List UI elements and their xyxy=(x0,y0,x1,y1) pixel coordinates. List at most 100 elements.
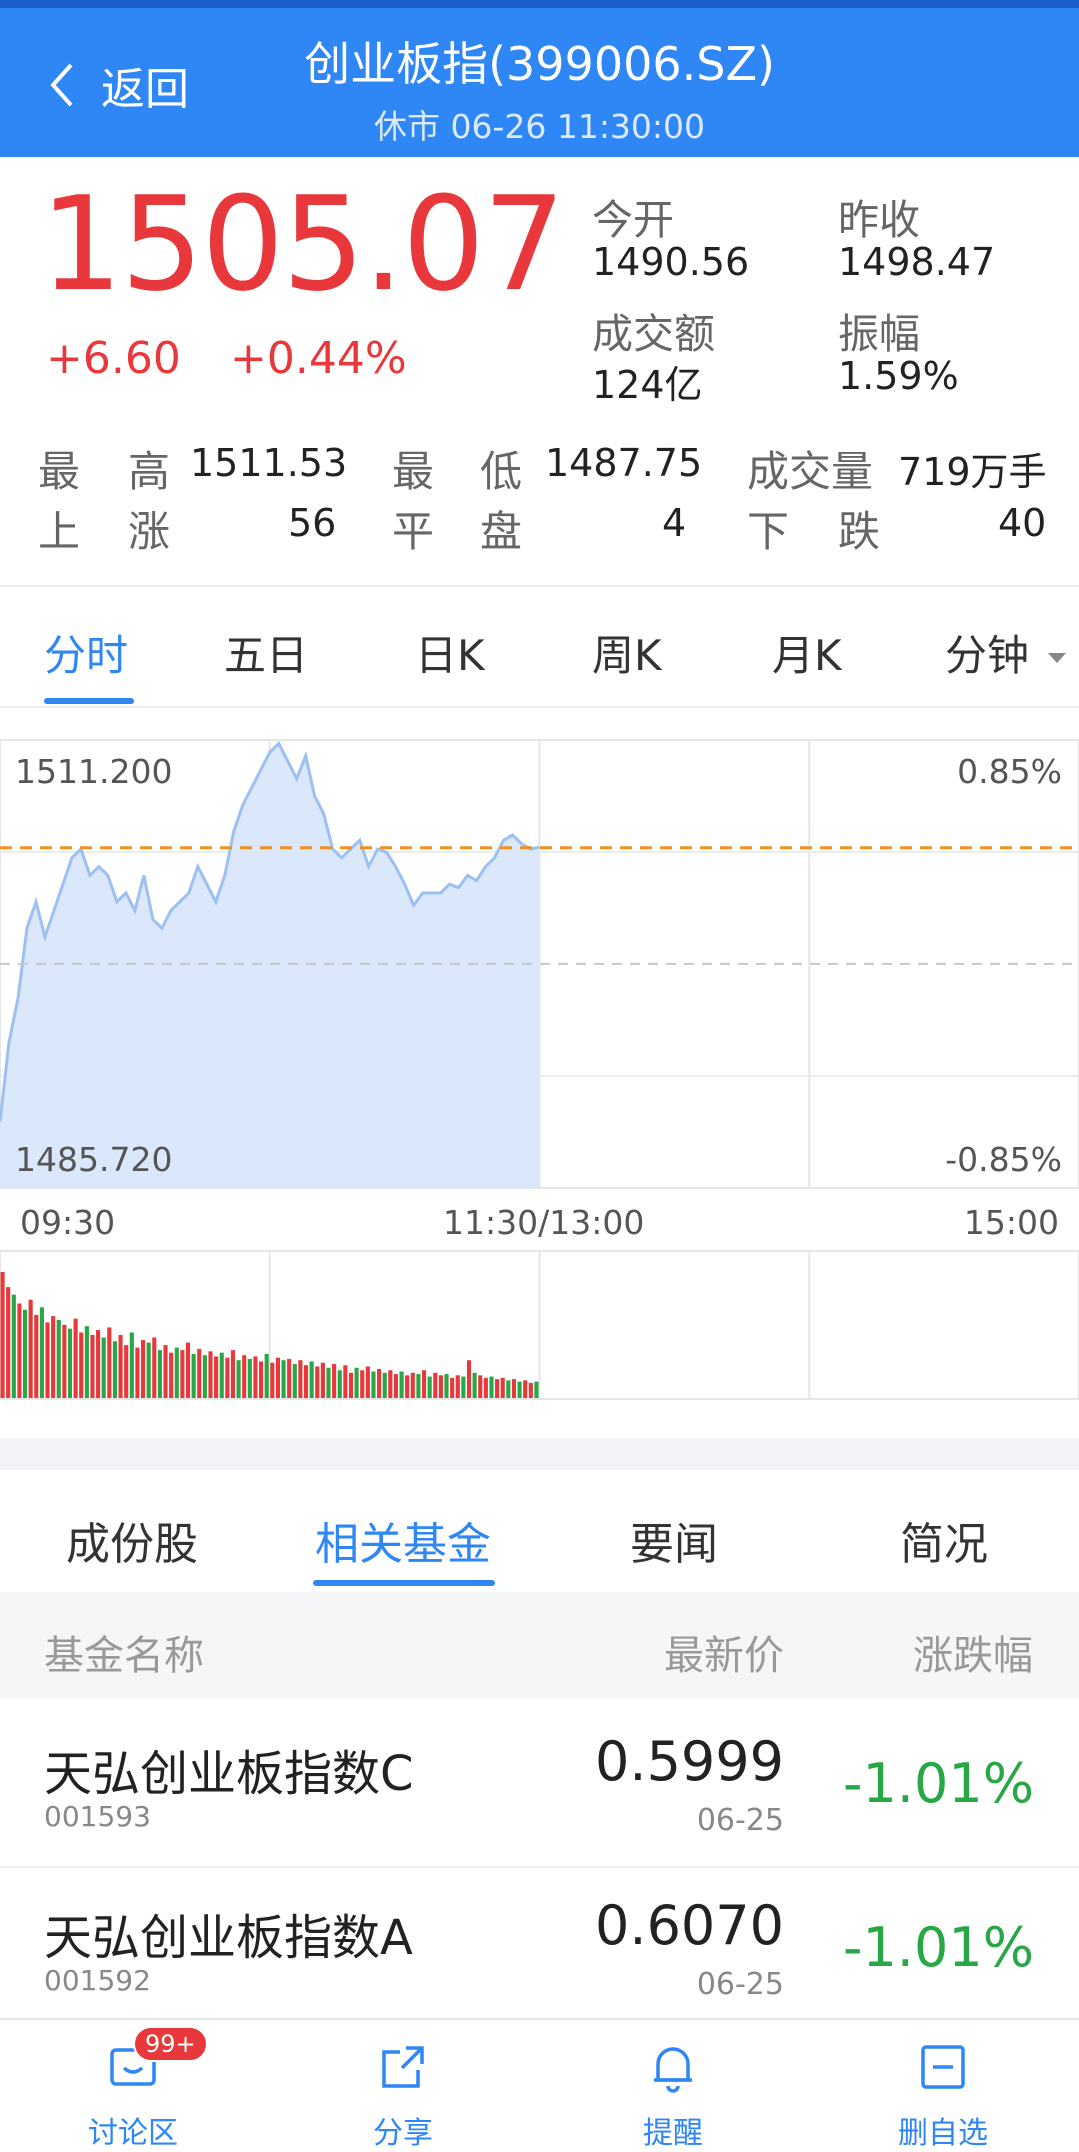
tab-related-funds[interactable]: 相关基金 xyxy=(315,1508,491,1572)
fund-change: -1.01% xyxy=(842,1752,1034,1815)
volume-bar xyxy=(320,1362,325,1398)
intraday-chart[interactable] xyxy=(0,728,1079,1198)
tab-daily-k[interactable]: 日K xyxy=(415,622,485,683)
y-axis-top-label: 1511.200 xyxy=(15,752,173,791)
tab-five-day[interactable]: 五日 xyxy=(224,622,308,683)
col-latest-price[interactable]: 最新价 xyxy=(664,1623,784,1681)
volume-bar xyxy=(180,1350,185,1398)
fund-code: 001592 xyxy=(44,1964,151,1997)
volume-bar xyxy=(191,1353,196,1398)
volume-bar xyxy=(382,1372,387,1398)
tab-overview[interactable]: 简况 xyxy=(900,1508,988,1572)
volume-bar xyxy=(472,1372,477,1398)
volume-bar xyxy=(287,1358,292,1398)
volume-bar xyxy=(511,1379,517,1398)
volume-bar xyxy=(450,1377,455,1398)
fund-price: 0.6070 xyxy=(595,1894,784,1957)
volume-bar xyxy=(455,1375,460,1398)
volume-bar xyxy=(354,1367,359,1398)
volume-bar xyxy=(534,1381,539,1398)
price-area xyxy=(0,743,540,1188)
volume-bar xyxy=(259,1361,264,1398)
volume-bar xyxy=(275,1357,280,1398)
volume-bar xyxy=(410,1372,415,1398)
divider xyxy=(0,706,1079,708)
share-icon xyxy=(382,2046,424,2088)
volume-bar xyxy=(101,1337,106,1398)
volume-bar xyxy=(112,1341,118,1398)
volume-bar xyxy=(348,1372,354,1398)
volume-bar xyxy=(197,1348,202,1398)
volume-bar xyxy=(67,1328,73,1398)
volume-bar xyxy=(270,1362,275,1398)
volume-bar xyxy=(264,1353,269,1398)
amplitude-value: 1.59% xyxy=(838,354,959,398)
volume-bar xyxy=(281,1360,286,1398)
volume-bar xyxy=(489,1376,494,1398)
volume-bar xyxy=(230,1350,236,1398)
price-change: +6.60 xyxy=(46,333,181,384)
volume-bar xyxy=(22,1309,28,1398)
volume-bar xyxy=(84,1326,89,1398)
volume-bar xyxy=(140,1340,146,1398)
volume-bar xyxy=(371,1371,376,1398)
nav-label: 删自选 xyxy=(898,2116,988,2151)
volume-bar xyxy=(388,1370,393,1398)
volume-bar xyxy=(292,1363,297,1398)
tab-intraday[interactable]: 分时 xyxy=(44,622,128,683)
volume-chart xyxy=(0,1250,1079,1400)
volume-bar xyxy=(466,1360,472,1398)
time-mid-label: 11:30/13:00 xyxy=(443,1203,645,1242)
volume-bar xyxy=(298,1360,303,1398)
divider xyxy=(0,585,1079,587)
volume-bar xyxy=(506,1380,511,1398)
section-separator xyxy=(0,1438,1079,1470)
volume-bar xyxy=(242,1355,247,1398)
fund-date: 06-25 xyxy=(696,1967,784,2002)
tab-weekly-k[interactable]: 周K xyxy=(592,622,662,683)
current-price: 1505.07 xyxy=(40,168,566,320)
volume-bar xyxy=(124,1345,129,1398)
tab-monthly-k[interactable]: 月K xyxy=(772,622,842,683)
down-value: 40 xyxy=(998,501,1047,545)
page-title: 创业板指(399006.SZ) xyxy=(304,37,775,91)
volume-bar xyxy=(135,1347,140,1398)
volume-bar xyxy=(438,1375,443,1398)
col-change-pct[interactable]: 涨跌幅 xyxy=(913,1623,1033,1681)
flat-value: 4 xyxy=(662,501,687,545)
volume-bar xyxy=(146,1342,151,1398)
nav-remove-watchlist[interactable]: 删自选 xyxy=(868,2040,1018,2152)
flat-label-1: 平 xyxy=(392,507,435,556)
volume-value: 719万手 xyxy=(898,450,1047,494)
nav-alert[interactable]: 提醒 xyxy=(598,2040,748,2152)
volume-bar xyxy=(157,1350,162,1398)
volume-bar xyxy=(34,1314,39,1398)
divider xyxy=(0,1866,1079,1868)
volume-bar xyxy=(495,1379,500,1398)
volume-bar xyxy=(528,1382,533,1398)
y-axis-bottom-label: 1485.720 xyxy=(15,1140,173,1179)
volume-bar xyxy=(303,1365,309,1398)
top-bar: 返回 创业板指(399006.SZ) 休市 06-26 11:30:00 xyxy=(0,0,1079,157)
active-tab-indicator xyxy=(44,698,134,704)
volume-bar xyxy=(79,1332,84,1398)
volume-bar xyxy=(326,1367,331,1398)
volume-bar xyxy=(219,1352,224,1398)
tab-news[interactable]: 要闻 xyxy=(630,1508,718,1572)
volume-bar xyxy=(39,1307,44,1398)
tab-minute[interactable]: 分钟 xyxy=(945,622,1067,683)
flat-label-2: 盘 xyxy=(480,507,523,556)
volume-bar xyxy=(247,1358,252,1398)
volume-bar xyxy=(315,1366,320,1398)
tab-constituents[interactable]: 成份股 xyxy=(66,1508,198,1572)
volume-bar xyxy=(51,1316,56,1398)
fund-name: 天弘创业板指数C xyxy=(44,1746,414,1802)
nav-share[interactable]: 分享 xyxy=(328,2040,478,2152)
volume-bar xyxy=(433,1372,438,1398)
volume-bar xyxy=(309,1361,314,1398)
time-end-label: 15:00 xyxy=(963,1203,1059,1242)
volume-bar xyxy=(444,1374,449,1398)
low-label-1: 最 xyxy=(392,447,435,496)
up-label-2: 涨 xyxy=(128,507,171,556)
tab-minute-label: 分钟 xyxy=(945,631,1030,680)
